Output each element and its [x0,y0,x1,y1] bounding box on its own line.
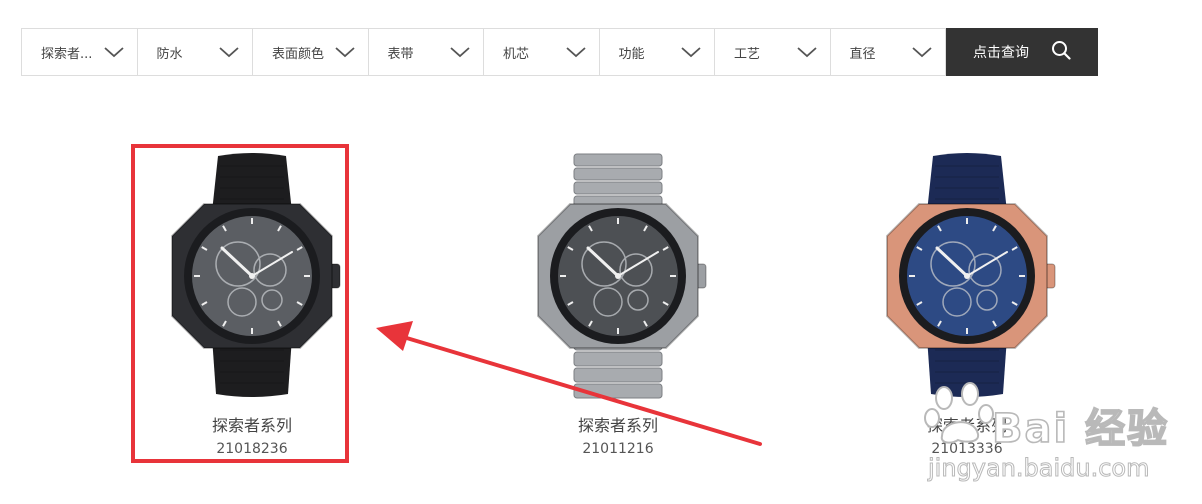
filter-bar: 探索者... 防水 表面颜色 表带 机芯 功能 工艺 直径 点击查询 [21,28,1098,76]
chevron-down-icon [680,45,702,59]
filter-diameter-label: 直径 [849,46,876,62]
product-code: 21011216 [582,441,654,457]
product-code: 21018236 [216,441,288,457]
product-card[interactable]: 探索者系列 21011216 [508,152,728,458]
watch-image[interactable] [142,152,362,402]
filter-movement[interactable]: 机芯 [484,29,600,75]
chevron-down-icon [796,45,818,59]
search-icon [1051,40,1071,64]
product-series: 探索者系列 [211,416,292,435]
chevron-down-icon [565,45,587,59]
chevron-down-icon [103,45,125,59]
chevron-down-icon [911,45,933,59]
watch-image[interactable] [857,152,1077,402]
search-button[interactable]: 点击查询 [946,28,1098,76]
product-code: 21013336 [931,441,1003,457]
watch-image[interactable] [508,152,728,402]
chevron-down-icon [449,45,471,59]
filter-function-label: 功能 [618,46,645,62]
product-card[interactable]: 探索者系列 21013336 [857,152,1077,458]
filter-dial-color-label: 表面颜色 [272,46,325,62]
search-button-label: 点击查询 [973,45,1029,61]
product-filter-page: 探索者... 防水 表面颜色 表带 机芯 功能 工艺 直径 点击查询 探索者系列… [0,0,1202,504]
filter-series[interactable]: 探索者... [22,29,138,75]
filter-strap-label: 表带 [387,46,414,62]
filter-waterproof-label: 防水 [156,46,183,62]
filter-strap[interactable]: 表带 [369,29,484,75]
filter-craft[interactable]: 工艺 [715,29,831,75]
product-series: 探索者系列 [926,416,1007,435]
filter-diameter[interactable]: 直径 [831,29,946,75]
chevron-down-icon [218,45,240,59]
filter-waterproof[interactable]: 防水 [138,29,253,75]
filter-craft-label: 工艺 [734,46,761,62]
filter-movement-label: 机芯 [503,46,530,62]
product-card[interactable]: 探索者系列 21018236 [142,152,362,458]
watermark-url: jingyan.baidu.com [927,454,1150,483]
filter-series-label: 探索者... [41,46,93,62]
chevron-down-icon [334,45,356,59]
product-series: 探索者系列 [577,416,658,435]
filter-function[interactable]: 功能 [600,29,715,75]
filter-dial-color[interactable]: 表面颜色 [253,29,369,75]
